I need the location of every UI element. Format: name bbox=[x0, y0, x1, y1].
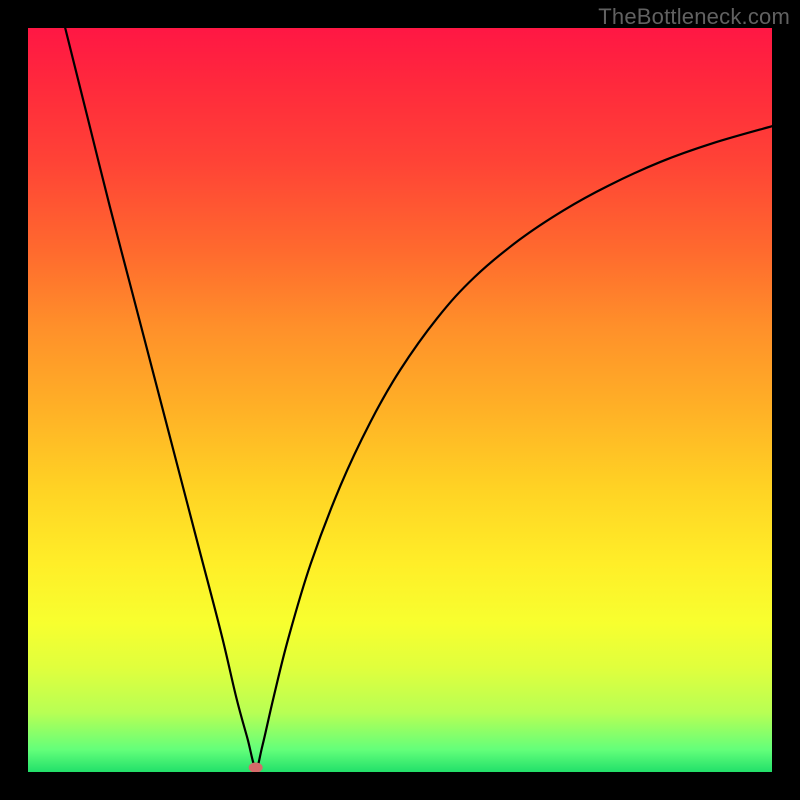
optimum-marker bbox=[249, 763, 263, 772]
bottleneck-curve bbox=[65, 28, 772, 768]
plot-area bbox=[28, 28, 772, 772]
chart-frame: TheBottleneck.com bbox=[0, 0, 800, 800]
watermark-text: TheBottleneck.com bbox=[598, 4, 790, 30]
curve-layer bbox=[28, 28, 772, 772]
